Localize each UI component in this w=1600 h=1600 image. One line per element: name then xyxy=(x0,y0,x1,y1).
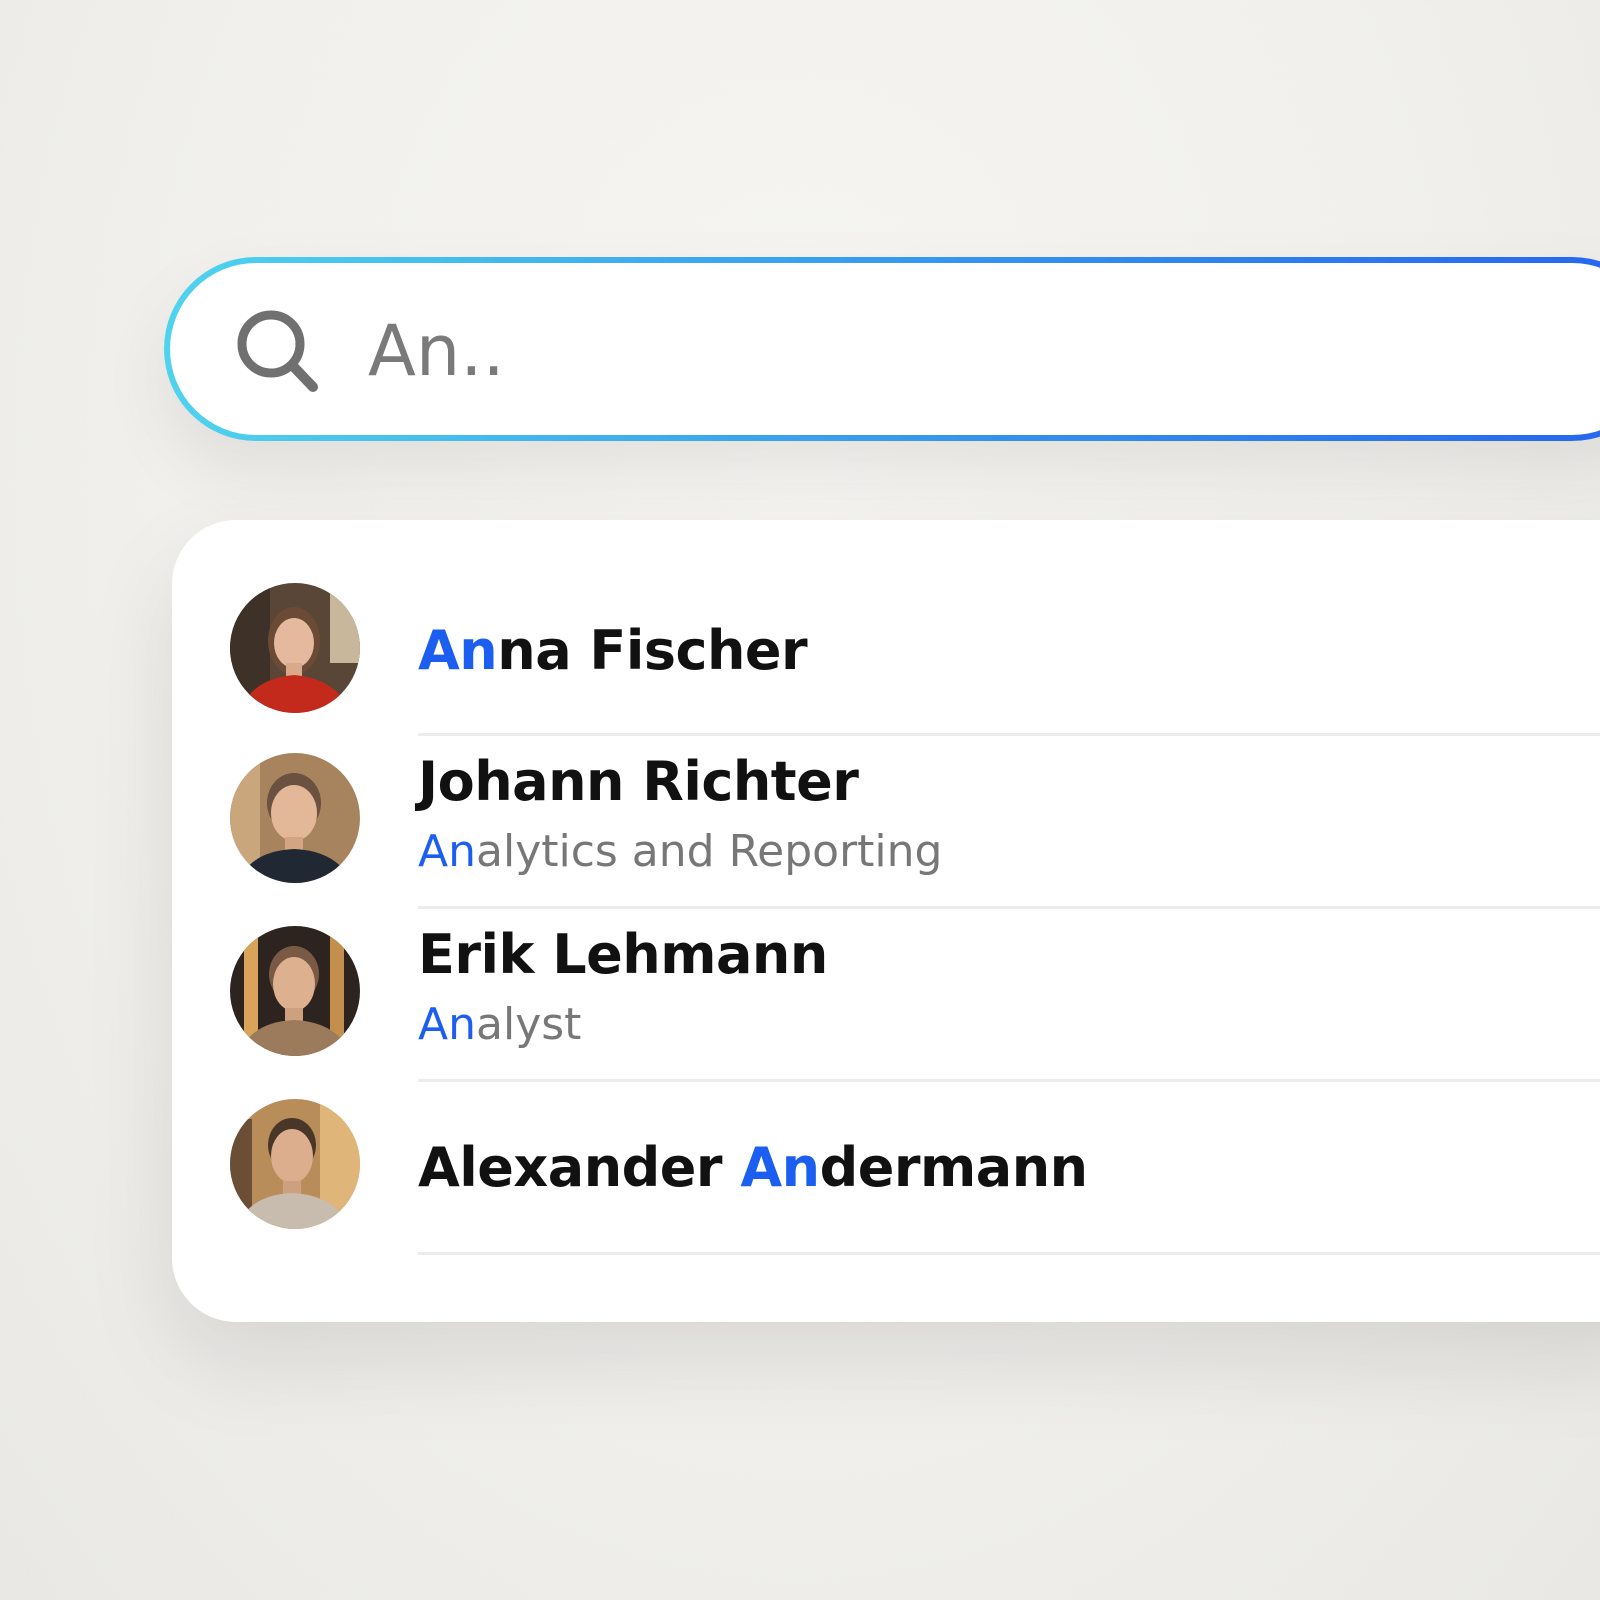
result-name: Erik Lehmann xyxy=(418,923,828,986)
search-bar[interactable] xyxy=(164,257,1600,441)
subtitle-match-highlight: An xyxy=(418,826,476,877)
name-match-highlight: An xyxy=(740,1136,820,1199)
result-row-johann-richter[interactable]: Johann Richter Analytics and Reporting xyxy=(172,738,1600,911)
result-name: Johann Richter xyxy=(418,750,859,813)
result-subtitle: Analytics and Reporting xyxy=(418,826,942,877)
row-divider xyxy=(418,906,1600,909)
name-rest: na Fischer xyxy=(497,619,808,682)
result-name: Alexander Andermann xyxy=(418,1136,1088,1199)
row-divider xyxy=(418,1252,1600,1255)
name-rest: dermann xyxy=(819,1136,1089,1199)
avatar-anna-fischer xyxy=(230,583,360,713)
subtitle-rest: alyst xyxy=(476,999,582,1050)
result-subtitle: Analyst xyxy=(418,999,581,1050)
result-row-alexander-andermann[interactable]: Alexander Andermann xyxy=(172,1084,1600,1257)
search-icon xyxy=(234,307,320,393)
avatar-alexander-andermann xyxy=(230,1099,360,1229)
subtitle-match-highlight: An xyxy=(418,999,476,1050)
search-input[interactable] xyxy=(368,303,1568,399)
name-match-highlight: An xyxy=(418,619,498,682)
search-results-list: Anna Fischer Johann Richter Analytics an… xyxy=(172,520,1600,1322)
result-row-erik-lehmann[interactable]: Erik Lehmann Analyst xyxy=(172,911,1600,1084)
result-row-anna-fischer[interactable]: Anna Fischer xyxy=(172,565,1600,738)
subtitle-rest: alytics and Reporting xyxy=(476,826,943,877)
row-divider xyxy=(418,1079,1600,1082)
result-name: Anna Fischer xyxy=(418,619,808,682)
avatar-johann-richter xyxy=(230,753,360,883)
search-field-container[interactable] xyxy=(170,263,1600,435)
avatar-erik-lehmann xyxy=(230,926,360,1056)
row-divider xyxy=(418,733,1600,736)
name-before: Alexander xyxy=(418,1136,741,1199)
